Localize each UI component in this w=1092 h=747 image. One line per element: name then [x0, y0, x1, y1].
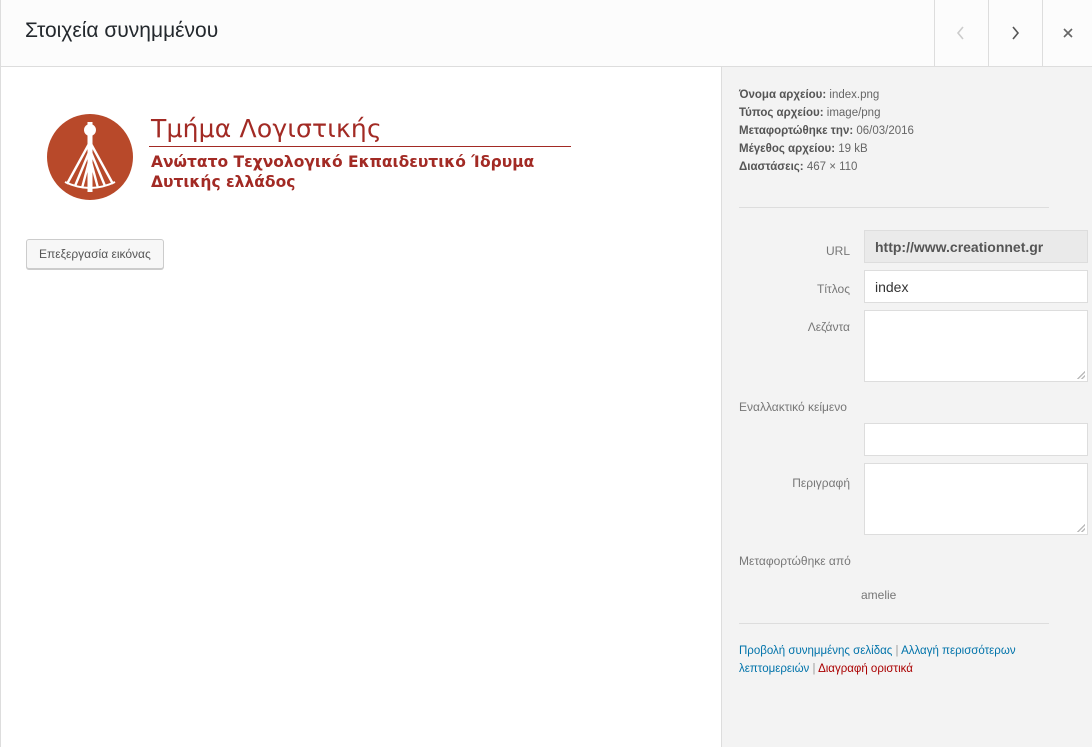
description-textarea[interactable] — [864, 463, 1088, 535]
caption-textarea[interactable] — [864, 310, 1088, 382]
edit-image-button[interactable]: Επεξεργασία εικόνας — [26, 239, 164, 269]
file-size-row: Μέγεθος αρχείου: 19 kB — [739, 140, 914, 158]
title-field[interactable]: index — [864, 270, 1088, 303]
logo-subtitle-line2: Δυτικής ελλάδος — [151, 173, 296, 191]
dimensions-label: Διαστάσεις: — [739, 161, 804, 173]
url-label: URL — [825, 244, 850, 258]
uploaded-on-label: Μεταφορτώθηκε την: — [739, 125, 854, 137]
attachment-details-modal: Στοιχεία συνημμένου Τμήμα Λογιστικής Ανώ… — [0, 0, 1092, 747]
file-name-value: index.png — [829, 89, 880, 101]
file-size-value: 19 kB — [838, 143, 868, 155]
actions-divider — [739, 623, 1049, 624]
separator: | — [812, 663, 816, 675]
close-modal-button[interactable] — [1042, 0, 1092, 66]
file-name-row: Όνομα αρχείου: index.png — [739, 86, 914, 104]
dimensions-row: Διαστάσεις: 467 × 110 — [739, 158, 914, 176]
dimensions-value: 467 × 110 — [806, 161, 858, 173]
title-label: Τίτλος — [816, 282, 850, 296]
separator: | — [895, 645, 899, 657]
file-type-label: Τύπος αρχείου: — [739, 107, 824, 119]
modal-title: Στοιχεία συνημμένου — [25, 19, 219, 42]
file-type-row: Τύπος αρχείου: image/png — [739, 104, 914, 122]
resize-grip-icon[interactable] — [1077, 524, 1085, 532]
caption-label: Λεζάντα — [807, 320, 850, 334]
logo-emblem — [47, 114, 133, 200]
logo-title: Τμήμα Λογιστικής — [151, 114, 382, 143]
details-divider — [739, 207, 1049, 208]
view-attachment-page-link[interactable]: Προβολή συνημμένης σελίδας — [739, 645, 892, 657]
file-type-value: image/png — [826, 107, 881, 119]
next-attachment-button[interactable] — [988, 0, 1040, 66]
file-details: Όνομα αρχείου: index.png Τύπος αρχείου: … — [739, 86, 914, 176]
url-field[interactable]: http://www.creationnet.gr — [864, 230, 1088, 263]
modal-header: Στοιχεία συνημμένου — [1, 0, 1092, 67]
chevron-right-icon — [1011, 26, 1019, 40]
logo-divider — [149, 146, 571, 147]
description-label: Περιγραφή — [792, 476, 850, 490]
logo-subtitle-line1: Ανώτατο Τεχνολογικό Εκπαιδευτικό Ίδρυμα — [151, 153, 535, 171]
uploaded-by-value: amelie — [861, 588, 897, 602]
file-size-label: Μέγεθος αρχείου: — [739, 143, 836, 155]
previous-attachment-button[interactable] — [934, 0, 986, 66]
resize-grip-icon[interactable] — [1077, 371, 1085, 379]
uploaded-by-label: Μεταφορτώθηκε από — [739, 554, 851, 568]
attachment-image: Τμήμα Λογιστικής Ανώτατο Τεχνολογικό Εκπ… — [45, 112, 595, 224]
uploaded-on-value: 06/03/2016 — [856, 125, 914, 137]
attachment-details-sidebar: Όνομα αρχείου: index.png Τύπος αρχείου: … — [721, 67, 1092, 747]
alt-text-field[interactable] — [864, 423, 1088, 456]
delete-permanently-link[interactable]: Διαγραφή οριστικά — [818, 663, 913, 675]
close-icon — [1063, 28, 1073, 38]
alt-text-label: Εναλλακτικό κείμενο — [739, 400, 847, 414]
uploaded-on-row: Μεταφορτώθηκε την: 06/03/2016 — [739, 122, 914, 140]
chevron-left-icon — [956, 26, 964, 40]
attachment-actions: Προβολή συνημμένης σελίδας | Αλλαγή περι… — [739, 642, 1089, 678]
file-name-label: Όνομα αρχείου: — [739, 89, 827, 101]
